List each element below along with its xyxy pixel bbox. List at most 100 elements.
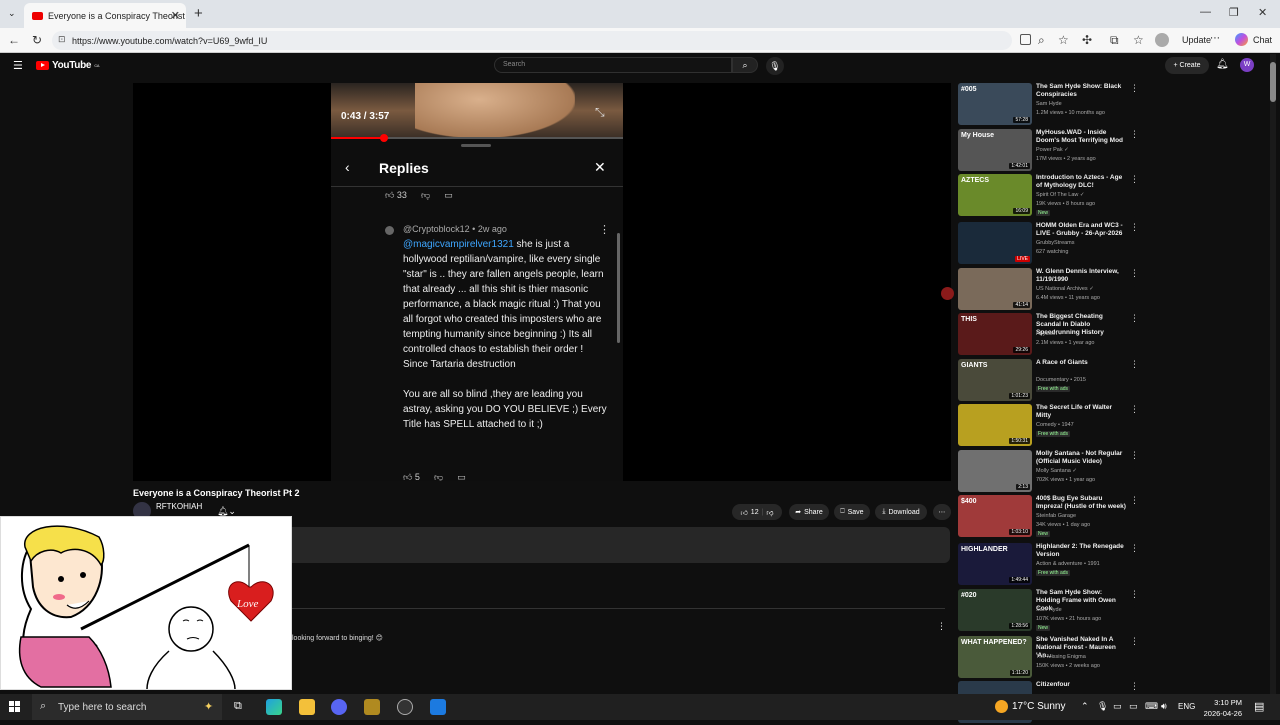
- scrollbar-thumb[interactable]: [1270, 62, 1276, 102]
- recommendation-item[interactable]: HIGHLANDER 1:49:44 Highlander 2: The Reneg…: [958, 543, 1258, 587]
- comment-options-icon[interactable]: ⋮: [599, 223, 610, 236]
- dislike-icon[interactable]: 👎︎: [434, 472, 443, 481]
- collections-icon[interactable]: ☆: [1133, 33, 1144, 47]
- windows-start-icon[interactable]: [9, 701, 21, 713]
- recommendation-item[interactable]: AZTECS 16:09 Introduction to Aztecs - Age …: [958, 174, 1258, 218]
- recommendation-title[interactable]: The Secret Life of Walter Mitty: [1036, 404, 1126, 420]
- youtube-logo[interactable]: YouTube CA: [36, 60, 100, 71]
- comment-mention[interactable]: @magicvampirelver1321: [403, 239, 514, 250]
- share-button[interactable]: ➦ Share: [789, 504, 829, 520]
- recommendation-channel[interactable]: Abyssoft ✓: [1036, 331, 1063, 337]
- video-player[interactable]: 0:43 / 3:57 ⤡ ‹ Replies ✕ 👍︎ 33 👎︎ ▭ @Cr…: [133, 83, 951, 481]
- recommendation-options-icon[interactable]: ⋮: [1130, 543, 1139, 554]
- recommendation-title[interactable]: Citizenfour: [1036, 681, 1126, 689]
- video-thumbnail[interactable]: LIVE: [958, 222, 1032, 264]
- video-thumbnail[interactable]: 1:50:31: [958, 404, 1032, 446]
- zoom-icon[interactable]: ⌕: [1038, 33, 1045, 48]
- favorites-bar-icon[interactable]: ⧉: [1110, 33, 1119, 48]
- app-icon[interactable]: [397, 699, 413, 715]
- recommendation-channel[interactable]: Spirit Of The Law ✓: [1036, 192, 1085, 198]
- recommendation-item[interactable]: 2:13 Molly Santana - Not Regular (Officia…: [958, 450, 1258, 494]
- collapse-icon[interactable]: ⤡: [595, 105, 605, 120]
- voice-search-button[interactable]: 🎙︎: [766, 57, 784, 75]
- back-chevron-icon[interactable]: ‹: [345, 159, 350, 175]
- recommendation-options-icon[interactable]: ⋮: [1130, 450, 1139, 461]
- refresh-icon[interactable]: ↻: [32, 33, 42, 47]
- dislike-icon[interactable]: 👎︎: [421, 190, 430, 201]
- progress-scrubber[interactable]: [379, 134, 388, 142]
- like-button[interactable]: 👍︎ 33: [385, 190, 407, 201]
- split-screen-icon[interactable]: [1020, 34, 1031, 45]
- network-icon[interactable]: ⌨: [1145, 701, 1158, 712]
- restore-icon[interactable]: ❐: [1229, 6, 1239, 19]
- recommendation-options-icon[interactable]: ⋮: [1130, 404, 1139, 415]
- recommendation-options-icon[interactable]: ⋮: [1130, 222, 1139, 233]
- recommendation-options-icon[interactable]: ⋮: [1130, 495, 1139, 506]
- recommendation-item[interactable]: My House 1:42:01 MyHouse.WAD - Inside Doom…: [958, 129, 1258, 173]
- edge-icon[interactable]: [266, 699, 282, 715]
- search-input[interactable]: Search: [494, 57, 732, 73]
- video-thumbnail[interactable]: THIS 29:26: [958, 313, 1032, 355]
- recommendation-title[interactable]: W. Glenn Dennis Interview, 11/19/1990: [1036, 268, 1126, 284]
- recommendation-title[interactable]: Highlander 2: The Renegade Version: [1036, 543, 1126, 559]
- recommendation-channel[interactable]: Steinfab Garage: [1036, 513, 1076, 519]
- recommendation-title[interactable]: 400$ Bug Eye Subaru Impreza! (Hustle of …: [1036, 495, 1126, 511]
- close-window-icon[interactable]: ✕: [1258, 6, 1267, 19]
- more-actions-button[interactable]: ⋯: [933, 504, 951, 520]
- recommendation-options-icon[interactable]: ⋮: [1130, 268, 1139, 279]
- video-thumbnail[interactable]: WHAT HAPPENED? 1:11:20: [958, 636, 1032, 678]
- channel-name[interactable]: RFTKOHIAH: [156, 502, 202, 511]
- volume-icon[interactable]: 🔊︎: [1161, 701, 1167, 712]
- avatar[interactable]: [385, 226, 394, 235]
- notifications-bell-icon[interactable]: 🔔︎: [1216, 59, 1229, 70]
- recommendation-item[interactable]: LIVE HOMM Olden Era and WC3 - LIVE - Grub…: [958, 222, 1258, 266]
- profile-icon[interactable]: [1155, 33, 1169, 47]
- menu-icon[interactable]: ☰: [13, 59, 23, 72]
- recommendation-item[interactable]: 41:14 W. Glenn Dennis Interview, 11/19/19…: [958, 268, 1258, 312]
- recommendation-options-icon[interactable]: ⋮: [1130, 636, 1139, 647]
- video-thumbnail[interactable]: 41:14: [958, 268, 1032, 310]
- recommendation-channel[interactable]: Sam Hyde: [1036, 607, 1062, 613]
- create-button[interactable]: + Create: [1165, 57, 1209, 74]
- recommendation-item[interactable]: #005 57:28 The Sam Hyde Show: Black Conspi…: [958, 83, 1258, 127]
- like-button[interactable]: 👍︎ 12 | 👎︎: [732, 504, 782, 520]
- notifications-icon[interactable]: ▤: [1254, 700, 1264, 713]
- mic-tray-icon[interactable]: 🎙︎: [1097, 701, 1108, 712]
- recommendation-title[interactable]: HOMM Olden Era and WC3 - LIVE - Grubby -…: [1036, 222, 1126, 238]
- new-tab-icon[interactable]: +: [194, 5, 203, 22]
- recommendation-title[interactable]: Molly Santana - Not Regular (Official Mu…: [1036, 450, 1126, 466]
- url-field[interactable]: ⊡ https://www.youtube.com/watch?v=U69_9w…: [52, 31, 1012, 50]
- comment-author[interactable]: @Cryptoblock12: [403, 224, 470, 234]
- video-thumbnail[interactable]: AZTECS 16:09: [958, 174, 1032, 216]
- video-thumbnail[interactable]: #005 57:28: [958, 83, 1032, 125]
- recommendation-item[interactable]: GIANTS 1:01:23 A Race of Giants Documentary…: [958, 359, 1258, 403]
- taskbar-search[interactable]: ⌕ Type here to search ✦: [32, 694, 222, 720]
- browser-tab[interactable]: Everyone is a Conspiracy Theorist ✕: [24, 3, 186, 28]
- tab-close-icon[interactable]: ✕: [171, 9, 180, 22]
- task-view-icon[interactable]: ⧉: [234, 700, 242, 713]
- save-button[interactable]: ⎕ Save: [834, 504, 870, 520]
- recommendation-item[interactable]: THIS 29:26 The Biggest Cheating Scandal In…: [958, 313, 1258, 357]
- video-thumbnail[interactable]: $400 1:03:10: [958, 495, 1032, 537]
- reply-icon[interactable]: ▭: [444, 190, 453, 201]
- site-info-icon[interactable]: ⊡: [58, 34, 66, 45]
- video-thumbnail[interactable]: 2:13: [958, 450, 1032, 492]
- tray-chevron-icon[interactable]: ⌃: [1081, 701, 1089, 712]
- recommendation-options-icon[interactable]: ⋮: [1130, 313, 1139, 324]
- back-icon[interactable]: ←: [8, 33, 20, 47]
- video-thumbnail[interactable]: HIGHLANDER 1:49:44: [958, 543, 1032, 585]
- recommendation-channel[interactable]: GrubbyStreams: [1036, 240, 1075, 246]
- recommendation-title[interactable]: The Sam Hyde Show: Black Conspiracies: [1036, 83, 1126, 99]
- replies-scrollbar[interactable]: [617, 233, 620, 343]
- recommendation-channel[interactable]: Power Pak ✓: [1036, 147, 1069, 153]
- video-thumbnail[interactable]: #020 1:28:56: [958, 589, 1032, 631]
- recommendation-options-icon[interactable]: ⋮: [1130, 589, 1139, 600]
- page-scrollbar[interactable]: [1270, 54, 1276, 694]
- download-button[interactable]: ⤓ Download: [875, 504, 927, 520]
- more-icon[interactable]: ⋯: [1210, 33, 1220, 44]
- like-button[interactable]: 👍︎ 5: [403, 472, 420, 481]
- close-icon[interactable]: ✕: [594, 159, 606, 176]
- recommendation-options-icon[interactable]: ⋮: [1130, 174, 1139, 185]
- comment-options-icon[interactable]: ⋮: [937, 621, 946, 632]
- recommendation-options-icon[interactable]: ⋮: [1130, 681, 1139, 692]
